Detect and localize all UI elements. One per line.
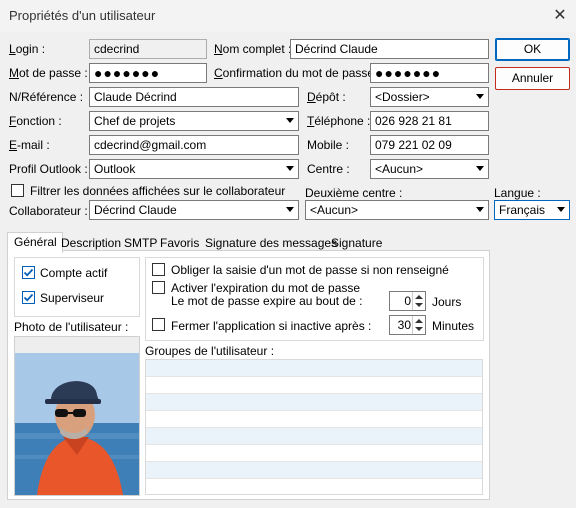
list-item[interactable]: [146, 394, 482, 411]
email-field[interactable]: cdecrind@gmail.com: [89, 135, 299, 155]
language-select[interactable]: Français: [494, 200, 570, 220]
active-account-checkbox[interactable]: [22, 266, 35, 279]
second-centre-value: <Aucun>: [310, 203, 359, 217]
language-value: Français: [499, 203, 546, 217]
collaborator-label: Collaborateur :: [9, 204, 88, 218]
ok-button[interactable]: OK: [495, 38, 570, 61]
supervisor-checkbox[interactable]: [22, 291, 35, 304]
centre-value: <Aucun>: [375, 162, 424, 176]
email-label: E-mail :: [9, 138, 50, 152]
close-unit-label: Minutes: [432, 319, 475, 333]
password-confirm-label: Confirmation du mot de passe :: [214, 66, 381, 80]
tab-description[interactable]: Description: [61, 235, 121, 251]
tab-signature[interactable]: Signature: [331, 235, 382, 251]
chevron-down-icon: [286, 207, 294, 212]
chevron-down-icon: [476, 207, 484, 212]
outlook-profile-select[interactable]: Outlook: [89, 159, 299, 179]
login-field[interactable]: cdecrind: [89, 39, 207, 59]
password-label: Mot de passe :: [9, 66, 88, 80]
expiry-unit-label: Jours: [432, 295, 462, 309]
force-password-label: Obliger la saisie d'un mot de passe si n…: [171, 263, 449, 277]
check-icon: [23, 293, 34, 302]
user-photo[interactable]: [14, 336, 140, 496]
collaborator-value: Décrind Claude: [94, 203, 177, 217]
enable-expiry-checkbox[interactable]: [152, 281, 165, 294]
login-label: Login :: [9, 42, 46, 56]
force-password-checkbox[interactable]: [152, 263, 165, 276]
chevron-down-icon: [476, 94, 484, 99]
full-name-label: Nom complet :: [214, 42, 292, 56]
expiry-days-stepper[interactable]: 0: [389, 291, 426, 311]
list-item[interactable]: [146, 428, 482, 445]
language-label: Langue :: [494, 186, 541, 200]
list-item[interactable]: [146, 411, 482, 428]
cancel-button[interactable]: Annuler: [495, 67, 570, 90]
function-value: Chef de projets: [94, 114, 176, 128]
tab-general[interactable]: Général: [7, 232, 63, 253]
function-label: Fonction :: [9, 114, 62, 128]
tab-favorites[interactable]: Favoris: [160, 235, 199, 251]
expiry-duration-label: Le mot de passe expire au bout de :: [171, 294, 363, 308]
expiry-days-value: 0: [404, 294, 411, 308]
full-name-field[interactable]: Décrind Claude: [290, 39, 489, 59]
active-account-label: Compte actif: [40, 266, 108, 280]
close-minutes-value: 30: [397, 318, 411, 332]
phone-field[interactable]: 026 928 21 81: [370, 111, 489, 131]
outlook-profile-value: Outlook: [94, 162, 136, 176]
supervisor-label: Superviseur: [40, 291, 105, 305]
groups-label: Groupes de l'utilisateur :: [145, 344, 275, 358]
tab-smtp[interactable]: SMTP: [124, 235, 157, 251]
second-centre-label: Deuxième centre :: [305, 186, 403, 200]
password-field[interactable]: ●●●●●●●: [89, 63, 207, 83]
reference-label: N/Référence :: [9, 90, 84, 104]
reference-field[interactable]: Claude Décrind: [89, 87, 299, 107]
list-item[interactable]: [146, 462, 482, 479]
close-app-label: Fermer l'application si inactive après :: [171, 319, 372, 333]
filter-label: Filtrer les données affichées sur le col…: [30, 184, 286, 198]
chevron-down-icon: [286, 166, 294, 171]
close-icon[interactable]: ✕: [548, 4, 572, 28]
tab-message-signature[interactable]: Signature des messages: [205, 235, 337, 251]
chevron-down-icon[interactable]: [415, 303, 423, 307]
depot-select[interactable]: <Dossier>: [370, 87, 489, 107]
chevron-down-icon: [476, 166, 484, 171]
depot-label: Dépôt :: [307, 90, 346, 104]
centre-select[interactable]: <Aucun>: [370, 159, 489, 179]
user-photo-image: [15, 337, 139, 495]
close-minutes-stepper[interactable]: 30: [389, 315, 426, 335]
depot-value: <Dossier>: [375, 90, 430, 104]
chevron-up-icon[interactable]: [415, 295, 423, 299]
chevron-up-icon[interactable]: [415, 319, 423, 323]
centre-label: Centre :: [307, 162, 350, 176]
list-item[interactable]: [146, 377, 482, 394]
photo-label: Photo de l'utilisateur :: [14, 320, 129, 334]
stepper-arrows[interactable]: [412, 292, 425, 310]
phone-label: Téléphone :: [307, 114, 371, 128]
groups-list[interactable]: [145, 359, 483, 495]
outlook-profile-label: Profil Outlook :: [9, 162, 88, 176]
list-item[interactable]: [146, 360, 482, 377]
check-icon: [23, 268, 34, 277]
collaborator-select[interactable]: Décrind Claude: [89, 200, 299, 220]
chevron-down-icon: [286, 118, 294, 123]
mobile-field[interactable]: 079 221 02 09: [370, 135, 489, 155]
stepper-arrows[interactable]: [412, 316, 425, 334]
function-select[interactable]: Chef de projets: [89, 111, 299, 131]
chevron-down-icon[interactable]: [415, 327, 423, 331]
filter-checkbox[interactable]: [11, 184, 24, 197]
second-centre-select[interactable]: <Aucun>: [305, 200, 489, 220]
chevron-down-icon: [557, 207, 565, 212]
window-title: Propriétés d'un utilisateur: [9, 8, 156, 23]
list-item[interactable]: [146, 445, 482, 462]
mobile-label: Mobile :: [307, 138, 350, 152]
close-app-checkbox[interactable]: [152, 318, 165, 331]
password-confirm-field[interactable]: ●●●●●●●: [370, 63, 489, 83]
